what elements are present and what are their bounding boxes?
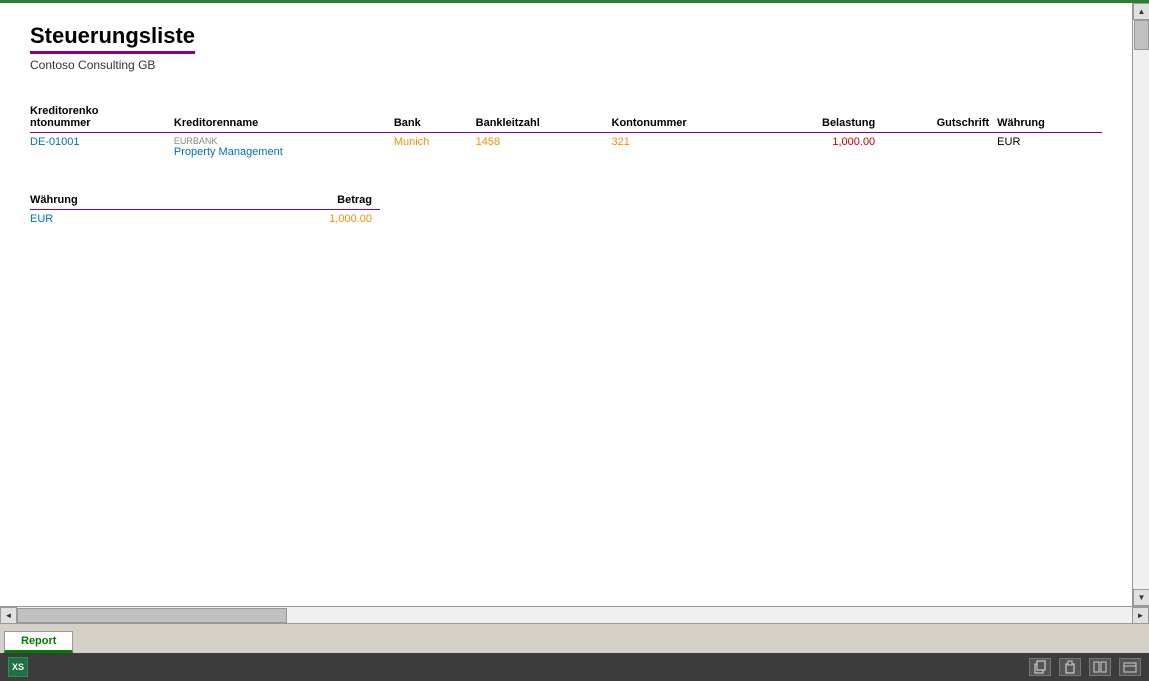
scroll-down-arrow[interactable]: ▼	[1133, 589, 1149, 606]
main-table: Kreditorenko ntonummer Kreditorenname Ba…	[30, 102, 1102, 161]
cell-kreditorenname: EURBANK Property Management	[174, 133, 394, 162]
scrollable-content: Steuerungsliste Contoso Consulting GB Kr…	[0, 3, 1149, 606]
tab-report[interactable]: Report	[4, 631, 73, 653]
cell-bank[interactable]: Munich	[394, 133, 476, 162]
bank-partial-overlay: EURBANK	[174, 136, 386, 146]
report-title: Steuerungsliste	[30, 23, 195, 54]
summary-cell-betrag: 1,000.00	[213, 210, 380, 229]
excel-icon: XS	[8, 657, 28, 677]
col-header-gutschrift: Gutschrift	[883, 102, 997, 133]
window-icon[interactable]	[1119, 658, 1141, 676]
cell-kreditoren-nr[interactable]: DE-01001	[30, 133, 174, 162]
table-header-row: Kreditorenko ntonummer Kreditorenname Ba…	[30, 102, 1102, 133]
h-scroll-thumb[interactable]	[17, 608, 287, 623]
col-header-bankleitzahl: Bankleitzahl	[476, 102, 612, 133]
scroll-right-arrow[interactable]: ►	[1132, 607, 1149, 624]
cell-gutschrift	[883, 133, 997, 162]
table-row: DE-01001 EURBANK Property Management Mun…	[30, 133, 1102, 162]
horizontal-scroll-area[interactable]: ◄ ►	[0, 606, 1149, 623]
summary-header-row: Währung Betrag	[30, 191, 380, 210]
cell-kontonummer: 321	[612, 133, 769, 162]
scrollbar-thumb[interactable]	[1134, 20, 1149, 50]
scrollbar-track[interactable]	[1133, 20, 1149, 589]
h-scroll-track[interactable]	[17, 607, 1132, 624]
paste-icon[interactable]	[1059, 658, 1081, 676]
report-content: Steuerungsliste Contoso Consulting GB Kr…	[0, 3, 1132, 606]
status-left: XS	[8, 657, 28, 677]
cell-belastung: 1,000.00	[768, 133, 883, 162]
col-header-kontonummer: Kontonummer	[612, 102, 769, 133]
cell-waehrung: EUR	[997, 133, 1102, 162]
col-header-bank: Bank	[394, 102, 476, 133]
scroll-left-arrow[interactable]: ◄	[0, 607, 17, 624]
summary-table: Währung Betrag EUR 1,000.00	[30, 191, 380, 228]
status-right	[1029, 658, 1141, 676]
vertical-scrollbar[interactable]: ▲ ▼	[1132, 3, 1149, 606]
main-window: Steuerungsliste Contoso Consulting GB Kr…	[0, 0, 1149, 681]
report-subtitle: Contoso Consulting GB	[30, 58, 1102, 72]
col-header-kreditoren-nr: Kreditorenko ntonummer	[30, 102, 174, 133]
copy-icon[interactable]	[1029, 658, 1051, 676]
col-header-kreditorenname: Kreditorenname	[174, 102, 394, 133]
summary-row: EUR 1,000.00	[30, 210, 380, 229]
col-header-belastung: Belastung	[768, 102, 883, 133]
columns-icon[interactable]	[1089, 658, 1111, 676]
scroll-up-arrow[interactable]: ▲	[1133, 3, 1149, 20]
status-bar: XS	[0, 653, 1149, 681]
tab-bar: Report	[0, 623, 1149, 653]
summary-cell-waehrung: EUR	[30, 210, 213, 229]
summary-col-waehrung: Währung	[30, 191, 213, 210]
summary-col-betrag: Betrag	[213, 191, 380, 210]
cell-bankleitzahl: 1458	[476, 133, 612, 162]
content-area: Steuerungsliste Contoso Consulting GB Kr…	[0, 3, 1149, 623]
col-header-waehrung: Währung	[997, 102, 1102, 133]
